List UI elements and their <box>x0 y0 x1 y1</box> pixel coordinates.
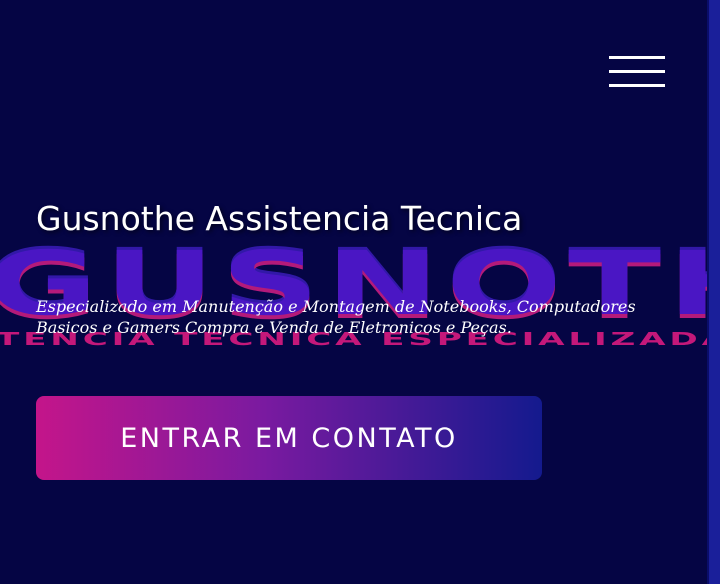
contact-button-label: ENTRAR EM CONTATO <box>120 422 458 454</box>
contact-button[interactable]: ENTRAR EM CONTATO <box>36 396 542 480</box>
menu-bar-line <box>609 70 665 73</box>
menu-bar-line <box>609 56 665 59</box>
hamburger-menu-icon[interactable] <box>609 56 665 88</box>
hero-subtitle: Especializado em Manutenção e Montagem d… <box>36 297 636 337</box>
hero-title: Gusnothe Assistencia Tecnica <box>36 199 523 238</box>
page-scrollbar[interactable] <box>707 0 720 584</box>
menu-bar-line <box>609 84 665 87</box>
